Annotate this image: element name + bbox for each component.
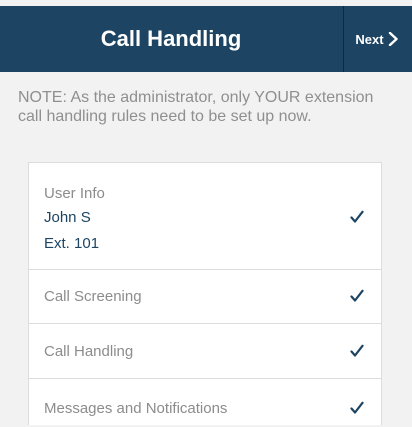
user-name: John S xyxy=(44,209,91,226)
next-button[interactable]: Next xyxy=(344,6,412,72)
page-title: Call Handling xyxy=(100,26,242,51)
call-screening-label: Call Screening xyxy=(44,288,142,305)
call-screening-row[interactable]: Call Screening xyxy=(29,269,381,324)
checkmark-icon xyxy=(350,401,364,415)
checkmark-icon xyxy=(350,210,364,224)
next-button-label: Next xyxy=(355,31,384,47)
user-info-label: User Info xyxy=(44,185,105,202)
user-extension: Ext. 101 xyxy=(44,235,100,252)
call-handling-row[interactable]: Call Handling xyxy=(29,324,381,379)
user-info-row[interactable]: User Info John S Ext. 101 xyxy=(29,163,381,270)
setup-checklist: User Info John S Ext. 101 Call Screening… xyxy=(28,162,382,425)
call-handling-label: Call Handling xyxy=(44,343,134,360)
title-bar: Call Handling Next xyxy=(0,6,412,72)
admin-note: NOTE: As the administrator, only YOUR ex… xyxy=(18,89,374,125)
messages-notifications-label: Messages and Notifications xyxy=(44,400,228,417)
checkmark-icon xyxy=(350,344,364,358)
messages-notifications-row[interactable]: Messages and Notifications xyxy=(29,379,381,427)
checkmark-icon xyxy=(350,289,364,303)
chevron-right-icon xyxy=(388,32,401,46)
